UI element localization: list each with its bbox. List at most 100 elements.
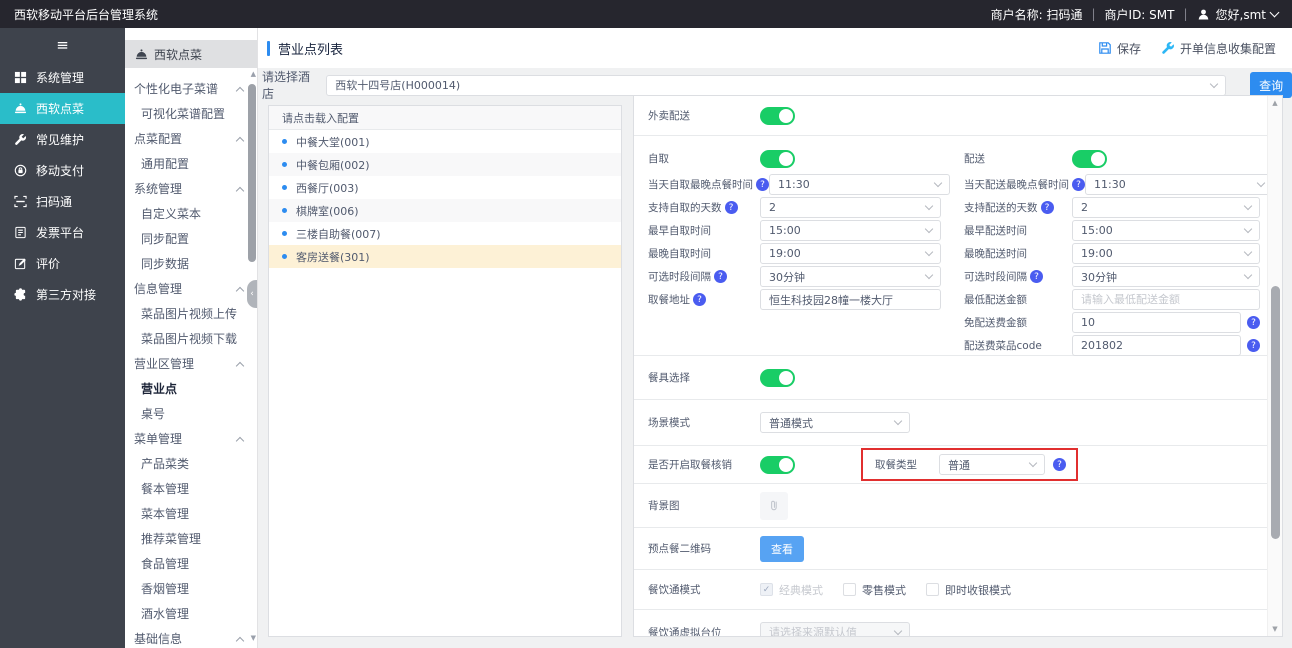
checkbox-instant-cashier-mode[interactable]: 即时收银模式 xyxy=(926,582,1011,598)
help-icon[interactable]: ? xyxy=(724,201,738,214)
submenu-group-business-area[interactable]: 营业区管理 xyxy=(125,351,257,376)
pickup-days-select[interactable]: 2 xyxy=(760,197,941,218)
sidebar-item-maintenance[interactable]: 常见维护 xyxy=(0,124,125,155)
delivery-toggle[interactable] xyxy=(1072,149,1107,168)
pickup-verify-toggle[interactable] xyxy=(760,455,795,474)
view-qrcode-button[interactable]: 查看 xyxy=(760,535,804,562)
main-area: 营业点列表 保存 开单信息收集配置 请选择酒店 西软十四号店(H000014) … xyxy=(258,28,1292,648)
chevron-up-icon xyxy=(235,286,245,295)
chevron-down-icon xyxy=(893,416,903,426)
delivery-interval-select[interactable]: 30分钟 xyxy=(1072,266,1260,287)
wrench-icon xyxy=(13,133,27,147)
submenu-item-menubook-mgmt[interactable]: 菜本管理 xyxy=(125,501,257,526)
submenu-item-visual-menu-config[interactable]: 可视化菜谱配置 xyxy=(125,101,257,126)
pickup-type-select[interactable]: 普通 xyxy=(939,454,1045,475)
help-icon[interactable]: ? xyxy=(714,270,727,283)
outlet-item-003[interactable]: 西餐厅(003) xyxy=(269,176,621,199)
delivery-last-order-time-select[interactable]: 11:30 xyxy=(1085,174,1273,195)
submenu-scroll-up-arrow[interactable]: ▲ xyxy=(251,70,256,78)
outlet-item-001[interactable]: 中餐大堂(001) xyxy=(269,130,621,153)
help-icon[interactable]: ? xyxy=(1040,201,1054,214)
app-title: 西软移动平台后台管理系统 xyxy=(14,7,159,22)
outlet-item-006[interactable]: 棋牌室(006) xyxy=(269,199,621,222)
submenu-item-recommend-mgmt[interactable]: 推荐菜管理 xyxy=(125,526,257,551)
submenu-item-sync-data[interactable]: 同步数据 xyxy=(125,251,257,276)
sidebar-item-third-party[interactable]: 第三方对接 xyxy=(0,279,125,310)
outlet-item-007[interactable]: 三楼自助餐(007) xyxy=(269,222,621,245)
free-delivery-amount-input[interactable] xyxy=(1072,312,1241,333)
checkbox-retail-mode[interactable]: 零售模式 xyxy=(843,582,906,598)
bullet-icon xyxy=(282,254,287,259)
submenu-group-info-mgmt[interactable]: 信息管理 xyxy=(125,276,257,301)
help-icon[interactable]: ? xyxy=(756,178,769,191)
save-button[interactable]: 保存 xyxy=(1098,40,1141,57)
grid-icon xyxy=(13,71,27,85)
pickup-interval-select[interactable]: 30分钟 xyxy=(760,266,941,287)
hotel-select[interactable]: 西软十四号店(H000014) xyxy=(326,74,1227,96)
tableware-toggle[interactable] xyxy=(760,368,795,387)
submenu-item-custom-menubook[interactable]: 自定义菜本 xyxy=(125,201,257,226)
pickup-latest-time-select[interactable]: 19:00 xyxy=(760,243,941,264)
form-scrollbar-thumb[interactable] xyxy=(1271,286,1280,539)
sidebar-item-invoice[interactable]: 发票平台 xyxy=(0,217,125,248)
submenu-item-food-mgmt[interactable]: 食品管理 xyxy=(125,551,257,576)
delivery-latest-time-select[interactable]: 19:00 xyxy=(1072,243,1260,264)
help-icon[interactable]: ? xyxy=(1072,178,1085,191)
outlet-item-301-selected[interactable]: 客房送餐(301) xyxy=(269,245,621,268)
submenu-item-cigarette-mgmt[interactable]: 香烟管理 xyxy=(125,576,257,601)
paperclip-icon xyxy=(771,500,777,510)
submenu-item-business-outlet[interactable]: 营业点 xyxy=(125,376,257,401)
sidebar-item-xisoft-order[interactable]: 西软点菜 xyxy=(0,93,125,124)
outlet-list-panel: 请点击载入配置 中餐大堂(001) 中餐包厢(002) 西餐厅(003) 棋牌室… xyxy=(268,105,622,637)
takeout-delivery-toggle[interactable] xyxy=(760,106,795,125)
submenu-group-menu-mgmt[interactable]: 菜单管理 xyxy=(125,426,257,451)
background-image-row: 背景图 xyxy=(634,484,1267,528)
help-icon[interactable]: ? xyxy=(1247,316,1260,329)
delivery-fee-dish-code-input[interactable] xyxy=(1072,335,1241,356)
submenu-scroll-down-arrow[interactable]: ▼ xyxy=(251,634,256,642)
submenu-group-order-config[interactable]: 点菜配置 xyxy=(125,126,257,151)
scene-mode-select[interactable]: 普通模式 xyxy=(760,412,910,433)
pickup-last-order-time-select[interactable]: 11:30 xyxy=(769,174,950,195)
submenu-item-product-category[interactable]: 产品菜类 xyxy=(125,451,257,476)
chevron-down-icon xyxy=(1243,224,1253,234)
sidebar-item-system-mgmt[interactable]: 系统管理 xyxy=(0,62,125,93)
merchant-name: 商户名称: 扫码通 xyxy=(990,7,1083,22)
sidebar-item-scan-pass[interactable]: 扫码通 xyxy=(0,186,125,217)
scroll-down-arrow[interactable]: ▼ xyxy=(1268,625,1282,633)
min-delivery-amount-input[interactable] xyxy=(1072,289,1260,310)
delivery-earliest-time-select[interactable]: 15:00 xyxy=(1072,220,1260,241)
invoice-icon xyxy=(13,226,27,240)
chevron-down-icon xyxy=(924,247,934,257)
merchant-id: 商户ID: SMT xyxy=(1104,7,1175,22)
bullet-icon xyxy=(282,231,287,236)
submenu-group-system-mgmt[interactable]: 系统管理 xyxy=(125,176,257,201)
submenu-collapse-handle[interactable]: ‹ xyxy=(247,280,257,308)
submenu-item-sync-config[interactable]: 同步配置 xyxy=(125,226,257,251)
help-icon[interactable]: ? xyxy=(1053,458,1066,471)
submenu-item-dish-media-upload[interactable]: 菜品图片视频上传 xyxy=(125,301,257,326)
secondary-menu: 西软点菜 个性化电子菜谱 可视化菜谱配置 点菜配置 通用配置 系统管理 自定义菜… xyxy=(125,28,258,648)
pickup-address-input[interactable] xyxy=(760,289,941,310)
scroll-up-arrow[interactable]: ▲ xyxy=(1268,99,1282,107)
help-icon[interactable]: ? xyxy=(1247,339,1260,352)
submenu-group-basic-info[interactable]: 基础信息 xyxy=(125,626,257,648)
delivery-days-select[interactable]: 2 xyxy=(1072,197,1260,218)
menu-collapse-button[interactable]: ≡ xyxy=(0,28,125,62)
outlet-item-002[interactable]: 中餐包厢(002) xyxy=(269,153,621,176)
collect-config-button[interactable]: 开单信息收集配置 xyxy=(1161,40,1276,57)
help-icon[interactable]: ? xyxy=(693,293,706,306)
sidebar-item-review[interactable]: 评价 xyxy=(0,248,125,279)
submenu-item-general-config[interactable]: 通用配置 xyxy=(125,151,257,176)
sidebar-item-mobile-pay[interactable]: 移动支付 xyxy=(0,155,125,186)
submenu-item-dish-media-download[interactable]: 菜品图片视频下载 xyxy=(125,326,257,351)
pickup-toggle[interactable] xyxy=(760,149,795,168)
help-icon[interactable]: ? xyxy=(1030,270,1043,283)
pickup-earliest-time-select[interactable]: 15:00 xyxy=(760,220,941,241)
submenu-item-mealbook-mgmt[interactable]: 餐本管理 xyxy=(125,476,257,501)
submenu-item-drinks-mgmt[interactable]: 酒水管理 xyxy=(125,601,257,626)
submenu-item-table-number[interactable]: 桌号 xyxy=(125,401,257,426)
user-menu[interactable]: 您好,smt xyxy=(1197,6,1280,23)
submenu-group-personal-emenu[interactable]: 个性化电子菜谱 xyxy=(125,76,257,101)
submenu-scrollbar-thumb[interactable] xyxy=(248,84,256,262)
